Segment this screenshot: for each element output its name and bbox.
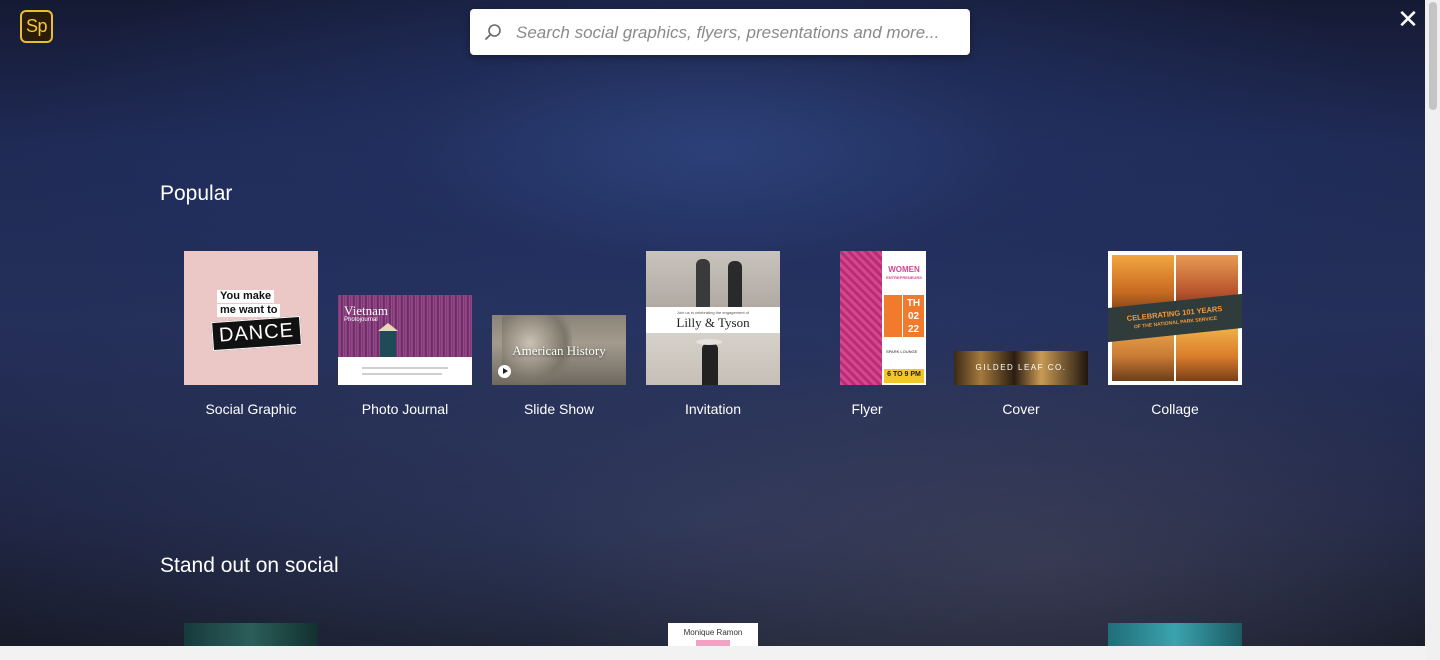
social-template-thumbnail[interactable] [1108,623,1242,646]
template-flyer[interactable]: WOMEN ENTREPRENEURS TH 02 22 SPARK LOUNG… [800,251,934,421]
thumb-text: TH [906,298,921,309]
thumb-image [702,343,718,385]
thumb-block: TH 02 22 [903,295,924,337]
thumb-text: GILDED LEAF CO. [975,363,1067,372]
thumb-text: DANCE [211,315,302,352]
template-slide-show[interactable]: American History Slide Show [492,251,626,421]
thumb-image [696,259,710,307]
thumb-image [646,251,780,307]
flyer-thumbnail: WOMEN ENTREPRENEURS TH 02 22 SPARK LOUNG… [840,251,926,385]
slide-show-thumbnail: American History [492,315,626,385]
thumb-text: 6 TO 9 PM [887,371,921,378]
app-logo[interactable]: Sp [20,10,53,43]
thumb-image [728,261,742,307]
thumb-text: You make [217,290,275,303]
template-label: Photo Journal [361,401,449,417]
thumb-text: ENTREPRENEURS [886,275,922,280]
thumb-pattern [840,251,882,385]
thumb-image [380,331,396,357]
thumb-block: SPARK LOUNGE [884,341,924,367]
thumb-text: WOMEN [888,265,920,274]
section-title-popular: Popular [160,182,233,205]
thumb-text: Monique Ramon [683,628,743,637]
template-label: Slide Show [523,401,595,417]
scrollbar-thumb[interactable] [1429,2,1437,110]
thumb-image [696,339,722,345]
template-photo-journal[interactable]: Vietnam Photojournal Photo Journal [338,251,472,421]
thumb-text: SPARK LOUNGE [886,349,918,354]
photo-journal-thumbnail: Vietnam Photojournal [338,295,472,385]
template-collage[interactable]: CELEBRATING 101 YEARS OF THE NATIONAL PA… [1108,251,1242,421]
template-social-graphic[interactable]: You make me want to DANCE Social Graphic [184,251,318,421]
thumb-text: Photojournal [344,317,378,323]
collage-thumbnail: CELEBRATING 101 YEARS OF THE NATIONAL PA… [1108,251,1242,385]
cover-thumbnail: GILDED LEAF CO. [954,351,1088,385]
template-label: Invitation [684,401,742,417]
thumb-text: 22 [907,324,920,335]
social-graphic-thumbnail: You make me want to DANCE [184,251,318,385]
template-label: Cover [1002,401,1040,417]
template-label: Flyer [851,401,883,417]
thumb-block [696,640,730,646]
thumb-text: 02 [907,311,920,322]
thumb-block: WOMEN ENTREPRENEURS [884,257,924,285]
invitation-thumbnail: Join us in celebrating the engagement of… [646,251,780,385]
thumb-text: Lilly & Tyson [676,315,750,330]
thumb-image [378,323,398,331]
template-invitation[interactable]: Join us in celebrating the engagement of… [646,251,780,421]
close-icon[interactable]: ✕ [1396,6,1420,32]
search-input[interactable] [514,9,958,57]
thumb-line [362,373,442,375]
social-template-thumbnail[interactable]: Monique Ramon [668,623,758,646]
thumb-block [884,295,902,337]
horizontal-scrollbar [0,646,1425,660]
section-title-stand-out-on-social: Stand out on social [160,554,339,577]
template-label: Social Graphic [205,401,297,417]
search-icon [485,24,501,40]
search-bar[interactable] [470,9,970,57]
thumb-line [362,367,448,369]
thumb-text: me want to [217,304,281,317]
thumb-text: American History [512,343,606,358]
template-cover[interactable]: GILDED LEAF CO. Cover [954,251,1088,421]
social-template-thumbnail[interactable] [184,623,318,646]
thumb-block: 6 TO 9 PM [884,369,924,383]
template-label: Collage [1151,401,1199,417]
play-icon [498,365,511,378]
